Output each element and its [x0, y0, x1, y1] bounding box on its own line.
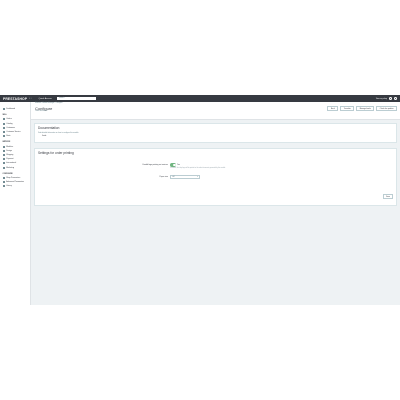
- top-bar: PRESTASHOP 8.1 Quick Access Search View …: [0, 95, 400, 102]
- globe-icon: [2, 162, 5, 165]
- paper-size-label: Paper size: [159, 176, 169, 178]
- top-right-area: View my shop: [376, 97, 397, 100]
- version-label: 8.1: [29, 97, 32, 100]
- payment-icon: [2, 158, 5, 161]
- documentation-panel: Documentation Find detailed information …: [34, 123, 397, 143]
- manage-hooks-button[interactable]: Manage hooks: [356, 106, 375, 111]
- sidebar-item-library[interactable]: Library: [0, 184, 30, 188]
- page-header: Modules / Module Manager / Configure Con…: [31, 102, 400, 120]
- switch-knob: [173, 163, 176, 167]
- prestashop-logo[interactable]: PRESTASHOP: [3, 97, 27, 101]
- chevron-down-icon: ▾: [197, 176, 198, 179]
- bell-icon[interactable]: [389, 97, 392, 100]
- dashboard-icon: [2, 108, 5, 111]
- customers-icon: [2, 126, 5, 129]
- enable-logo-switch[interactable]: [170, 163, 176, 167]
- catalog-icon: [2, 122, 5, 125]
- customer-service-icon: [2, 131, 5, 134]
- quick-access-menu[interactable]: Quick Access: [39, 98, 52, 100]
- check-updates-button[interactable]: Check for updates: [376, 106, 397, 111]
- orders-icon: [2, 118, 5, 121]
- documentation-title: Documentation: [38, 126, 60, 130]
- enable-logo-label: Enable logo printing on invoices: [142, 164, 168, 166]
- page-subtitle: Order documents: [35, 111, 48, 112]
- modules-icon: [2, 145, 5, 148]
- search-input[interactable]: Search: [56, 96, 96, 101]
- header-toolbar: Back Translate Manage hooks Check for up…: [327, 106, 397, 111]
- view-shop-link[interactable]: View my shop: [376, 98, 387, 100]
- sidebar-item-marketing[interactable]: Marketing: [0, 165, 30, 169]
- settings-panel: Settings for order printing Enable logo …: [34, 148, 397, 206]
- sidebar-item-stats[interactable]: Stats: [0, 134, 30, 138]
- save-button[interactable]: Save: [383, 194, 393, 199]
- paper-size-value: A4: [172, 176, 175, 179]
- shipping-icon: [2, 153, 5, 156]
- library-icon: [2, 185, 5, 188]
- settings-title: Settings for order printing: [38, 151, 74, 155]
- design-icon: [2, 149, 5, 152]
- paper-size-select[interactable]: A4 ▾: [170, 175, 200, 179]
- translate-button[interactable]: Translate: [340, 106, 355, 111]
- user-icon[interactable]: [394, 97, 397, 100]
- stats-icon: [2, 135, 5, 138]
- documentation-text: Find detailed information on how to conf…: [38, 133, 79, 134]
- sidebar-item-dashboard[interactable]: Dashboard: [0, 107, 30, 111]
- breadcrumb[interactable]: Modules / Module Manager / Configure: [35, 103, 63, 104]
- sidebar: Dashboard Sell Orders Catalog Customers …: [0, 102, 31, 305]
- marketing-icon: [2, 166, 5, 169]
- advanced-settings-icon: [2, 181, 5, 184]
- app-window: PRESTASHOP 8.1 Quick Access Search View …: [0, 95, 400, 305]
- back-button[interactable]: Back: [327, 106, 339, 111]
- documentation-link[interactable]: Guide: [42, 136, 46, 137]
- enable-logo-help: If enabled, the shop logo will be printe…: [170, 168, 226, 169]
- settings-icon: [2, 176, 5, 179]
- enable-logo-value: Yes: [177, 164, 180, 166]
- main-content: Modules / Module Manager / Configure Con…: [31, 102, 400, 305]
